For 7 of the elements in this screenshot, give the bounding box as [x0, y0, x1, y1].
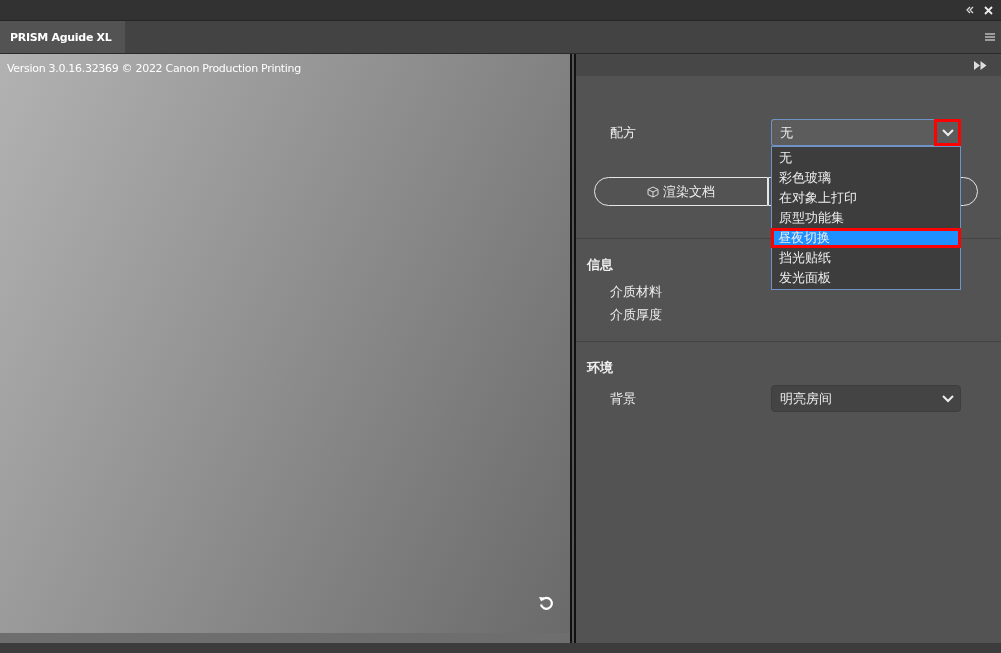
section-title: 信息 [587, 256, 613, 274]
section-title: 环境 [587, 359, 613, 377]
info-label: 介质材料 [610, 283, 662, 301]
version-text: Version 3.0.16.32369 © 2022 Canon Production Printing [6, 61, 302, 75]
info-label: 介质厚度 [610, 306, 662, 324]
background-label: 背景 [610, 389, 637, 408]
recipe-label: 配方 [610, 123, 637, 142]
